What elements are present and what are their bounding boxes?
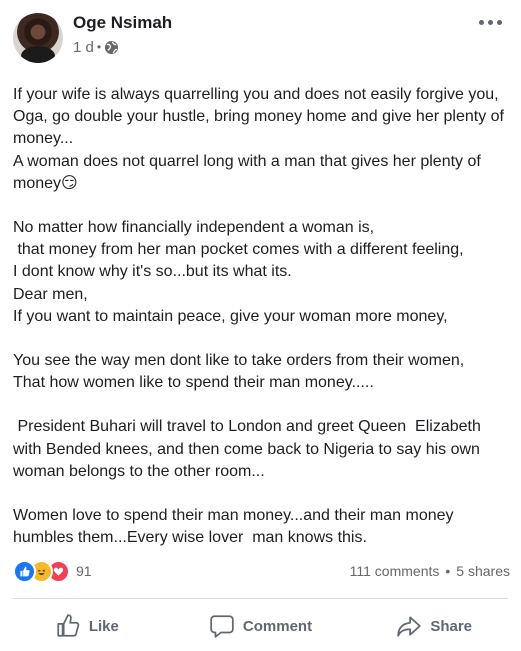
paragraph-spacer bbox=[13, 394, 513, 416]
post-text-line: If you want to maintain peace, give your… bbox=[13, 307, 448, 325]
author-name[interactable]: Oge Nsimah bbox=[73, 13, 172, 33]
post-text-line: Women love to spend their man money...an… bbox=[13, 507, 458, 547]
paragraph-spacer bbox=[13, 195, 513, 217]
reaction-count[interactable]: 91 bbox=[76, 563, 92, 579]
post-text-line: that money from her man pocket comes wit… bbox=[13, 241, 464, 259]
post-text-line: I dont know why it's so...but its what i… bbox=[13, 263, 292, 281]
post-meta: 1 d • bbox=[73, 38, 119, 56]
post-time[interactable]: 1 d bbox=[73, 39, 94, 56]
post-body: If your wife is always quarrelling you a… bbox=[13, 84, 513, 549]
action-bar: Like Comment Share bbox=[0, 606, 521, 646]
comment-icon bbox=[210, 615, 234, 638]
post-text-line: If your wife is always quarrelling you a… bbox=[13, 86, 509, 148]
post-text-line: Dear men, bbox=[13, 285, 88, 303]
thumbs-up-icon bbox=[57, 614, 80, 637]
post-text-line: That how women like to spend their man m… bbox=[13, 374, 374, 392]
shares-count[interactable]: 5 shares bbox=[456, 563, 510, 579]
share-button[interactable]: Share bbox=[347, 606, 521, 646]
post-header: Oge Nsimah 1 d • bbox=[0, 0, 521, 72]
share-icon bbox=[397, 616, 422, 637]
comment-label: Comment bbox=[242, 617, 313, 635]
engagement-stats: 111 comments • 5 shares bbox=[350, 563, 510, 579]
meta-separator: • bbox=[96, 40, 102, 54]
post-text-line: A woman does not quarrel long with a man… bbox=[13, 152, 486, 192]
post-text-line: President Buhari will travel to London a… bbox=[13, 418, 486, 480]
paragraph-spacer bbox=[13, 328, 513, 350]
comment-button[interactable]: Comment bbox=[174, 606, 348, 646]
divider bbox=[13, 598, 508, 599]
share-label: Share bbox=[430, 617, 473, 635]
reactions-bar: 91 111 comments • 5 shares bbox=[13, 559, 510, 583]
post-text-line: You see the way men dont like to take or… bbox=[13, 352, 465, 370]
avatar[interactable] bbox=[13, 13, 63, 63]
like-button[interactable]: Like bbox=[0, 606, 174, 646]
like-icon bbox=[13, 559, 36, 583]
post-text-line: No matter how financially independent a … bbox=[13, 219, 375, 237]
comments-count[interactable]: 111 comments bbox=[350, 563, 440, 579]
more-options-icon[interactable] bbox=[479, 16, 503, 28]
paragraph-spacer bbox=[13, 483, 513, 505]
reaction-icons[interactable] bbox=[13, 559, 70, 583]
globe-icon bbox=[105, 40, 119, 54]
stats-separator: • bbox=[445, 563, 451, 579]
like-label: Like bbox=[88, 617, 119, 635]
